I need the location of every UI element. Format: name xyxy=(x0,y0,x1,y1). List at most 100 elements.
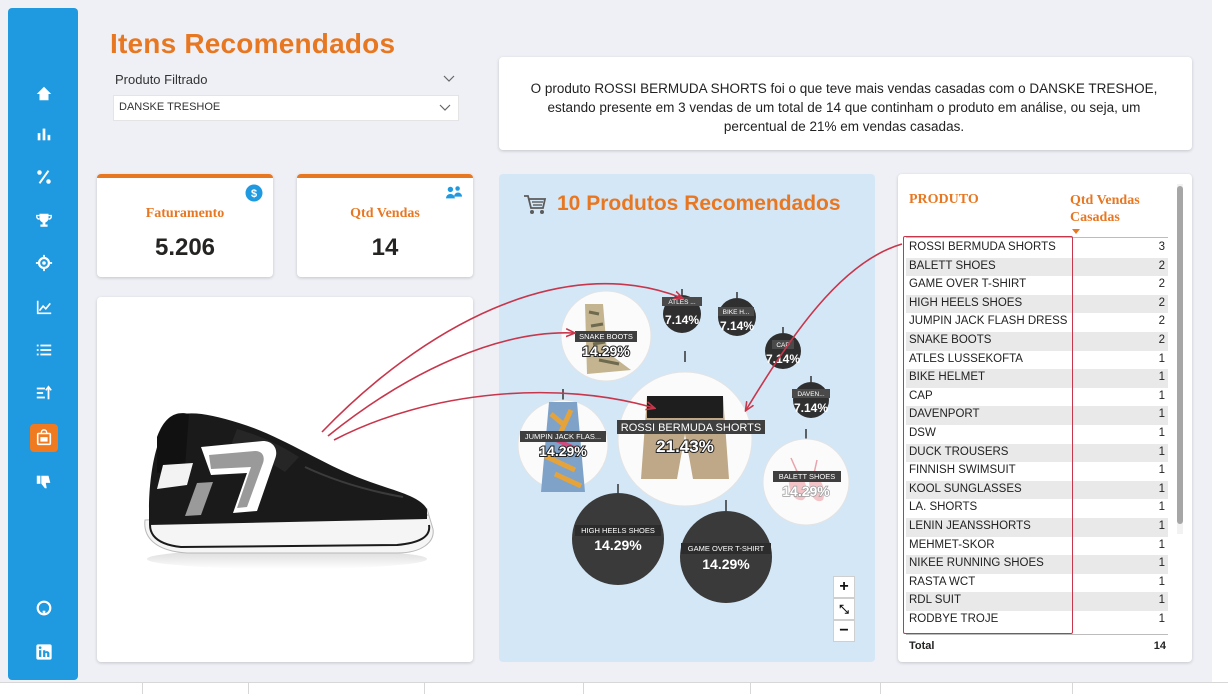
bubble-label: CAP xyxy=(776,342,789,349)
row-product: GAME OVER T-SHIRT xyxy=(909,278,1027,291)
row-qty: 1 xyxy=(1158,538,1165,551)
column-header-qtd-vendas[interactable]: Qtd Vendas Casadas xyxy=(1070,192,1142,226)
slicer-label: Produto Filtrado xyxy=(115,72,208,87)
bubble-cap[interactable]: CAP 7.14% xyxy=(765,327,801,369)
bubble-pct: 14.29% xyxy=(582,343,630,359)
bubble-snake-boots[interactable]: SNAKE BOOTS 14.29% xyxy=(560,290,652,382)
row-product: RASTA WCT xyxy=(909,575,976,588)
kpi-label: Qtd Vendas xyxy=(350,206,420,221)
row-product: ATLES LUSSEKOFTA xyxy=(909,352,1023,365)
table-row[interactable]: HIGH HEELS SHOES 2 xyxy=(906,294,1168,314)
table-row[interactable]: FINNISH SWIMSUIT 1 xyxy=(906,462,1168,481)
bubble-label: GAME OVER T-SHIRT xyxy=(688,544,765,553)
bubble-jumpin-jack-flash-dress[interactable]: JUMPIN JACK FLAS... 14.29% xyxy=(517,389,609,492)
row-product: ROSSI BERMUDA SHORTS xyxy=(909,241,1056,253)
row-qty: 1 xyxy=(1158,501,1165,514)
row-qty: 1 xyxy=(1158,445,1165,458)
bubble-label: BIKE H... xyxy=(723,309,750,316)
bubble-bike-helmet[interactable]: BIKE H... 7.14% xyxy=(718,292,756,336)
bubble-high-heels-shoes[interactable]: HIGH HEELS SHOES 14.29% xyxy=(572,484,664,585)
sort-list-icon[interactable] xyxy=(30,379,58,407)
table-row[interactable]: DAVENPORT 1 xyxy=(906,406,1168,425)
table-row[interactable]: ATLES LUSSEKOFTA 1 xyxy=(906,351,1168,370)
bubble-davenport[interactable]: DAVEN... 7.14% xyxy=(792,376,830,418)
table-row[interactable]: RODBYE TROJE 1 xyxy=(906,611,1168,630)
svg-text:$: $ xyxy=(251,188,257,200)
table-row[interactable]: CAP 1 xyxy=(906,388,1168,407)
table-body: ROSSI BERMUDA SHORTS 3 BALETT SHOES 2 GAME O… xyxy=(906,239,1168,629)
table-row[interactable]: DSW 1 xyxy=(906,425,1168,444)
table-row[interactable]: GAME OVER T-SHIRT 2 xyxy=(906,276,1168,295)
table-row[interactable]: LA. SHORTS 1 xyxy=(906,499,1168,518)
row-qty: 1 xyxy=(1158,389,1165,402)
line-chart-icon[interactable] xyxy=(30,293,58,321)
thumbs-down-icon[interactable] xyxy=(30,468,58,496)
table-row[interactable]: NIKEE RUNNING SHOES 1 xyxy=(906,555,1168,574)
row-qty: 1 xyxy=(1158,408,1165,421)
row-qty: 1 xyxy=(1158,352,1165,365)
home-icon[interactable] xyxy=(30,80,58,108)
table-row[interactable]: BALETT SHOES 2 xyxy=(906,257,1168,277)
row-qty: 2 xyxy=(1158,315,1165,328)
table-row[interactable]: KOOL SUNGLASSES 1 xyxy=(906,480,1168,500)
total-value: 14 xyxy=(1153,640,1166,652)
table-row[interactable]: MEHMET-SKOR 1 xyxy=(906,537,1168,556)
cart-page-icon[interactable] xyxy=(30,424,58,452)
list-icon[interactable] xyxy=(30,336,58,364)
row-product: HIGH HEELS SHOES xyxy=(909,296,1023,309)
bubble-atles-lussekofta[interactable]: ATLES ... 7.14% xyxy=(662,289,702,333)
row-qty: 1 xyxy=(1158,575,1165,588)
target-icon[interactable] xyxy=(30,249,58,277)
github-icon[interactable] xyxy=(30,594,58,622)
row-product: JUMPIN JACK FLASH DRESS xyxy=(909,315,1068,328)
bubble-label: BALETT SHOES xyxy=(779,472,836,481)
nav-sidebar xyxy=(8,8,78,680)
column-header-produto[interactable]: PRODUTO xyxy=(909,192,979,208)
table-row[interactable]: ROSSI BERMUDA SHORTS 3 xyxy=(906,239,1168,258)
header-divider xyxy=(906,237,1168,238)
zoom-out-button[interactable]: − xyxy=(833,620,855,642)
row-product: FINNISH SWIMSUIT xyxy=(909,464,1016,477)
bubble-balett-shoes[interactable]: BALETT SHOES 14.29% xyxy=(762,429,850,526)
dollar-coin-icon: $ xyxy=(245,184,263,202)
row-product: RDL SUIT xyxy=(909,594,961,607)
table-row[interactable]: BIKE HELMET 1 xyxy=(906,369,1168,388)
trophy-icon[interactable] xyxy=(30,206,58,234)
row-product: MEHMET-SKOR xyxy=(909,538,995,551)
kpi-card-faturamento: $ Faturamento 5.206 xyxy=(97,174,273,277)
row-qty: 2 xyxy=(1158,278,1165,291)
row-qty: 1 xyxy=(1158,371,1165,384)
dropdown-value: DANSKE TRESHOE xyxy=(119,101,221,113)
bubble-game-over-t-shirt[interactable]: GAME OVER T-SHIRT 14.29% xyxy=(680,500,772,603)
table-row[interactable]: RASTA WCT 1 xyxy=(906,574,1168,593)
chevron-down-icon[interactable] xyxy=(442,72,456,86)
bubble-pct: 21.43% xyxy=(656,437,714,456)
narrative-text: O produto ROSSI BERMUDA SHORTS foi o que… xyxy=(530,81,1158,134)
bubble-rossi-bermuda-shorts[interactable]: ROSSI BERMUDA SHORTS 21.43% xyxy=(617,351,765,507)
row-qty: 2 xyxy=(1158,333,1165,346)
row-product: SNAKE BOOTS xyxy=(909,333,992,346)
bubble-pct: 7.14% xyxy=(794,401,828,415)
row-qty: 1 xyxy=(1158,612,1165,625)
table-row[interactable]: DUCK TROUSERS 1 xyxy=(906,443,1168,463)
row-product: NIKEE RUNNING SHOES xyxy=(909,557,1044,570)
linkedin-icon[interactable] xyxy=(30,638,58,666)
chevron-down-icon xyxy=(439,104,451,111)
kpi-value: 14 xyxy=(371,234,399,261)
table-row[interactable]: LENIN JEANSSHORTS 1 xyxy=(906,517,1168,537)
zoom-in-button[interactable]: + xyxy=(833,576,855,598)
row-product: CAP xyxy=(909,389,933,402)
bubble-chart-panel: 10 Produtos Recomendados ROSSI BERMUDA S… xyxy=(499,174,875,662)
row-product: LENIN JEANSSHORTS xyxy=(909,519,1031,532)
zoom-fit-button[interactable]: ⤡ xyxy=(833,598,855,620)
table-row[interactable]: JUMPIN JACK FLASH DRESS 2 xyxy=(906,313,1168,332)
percent-icon[interactable] xyxy=(30,163,58,191)
kpi-card-qtd-vendas: Qtd Vendas 14 xyxy=(297,174,473,277)
scrollbar-thumb[interactable] xyxy=(1177,186,1183,524)
table-row[interactable]: SNAKE BOOTS 2 xyxy=(906,331,1168,351)
product-dropdown[interactable]: DANSKE TRESHOE xyxy=(113,95,459,121)
bar-chart-icon[interactable] xyxy=(30,120,58,148)
table-row[interactable]: RDL SUIT 1 xyxy=(906,592,1168,611)
row-qty: 3 xyxy=(1158,241,1165,253)
row-qty: 1 xyxy=(1158,594,1165,607)
